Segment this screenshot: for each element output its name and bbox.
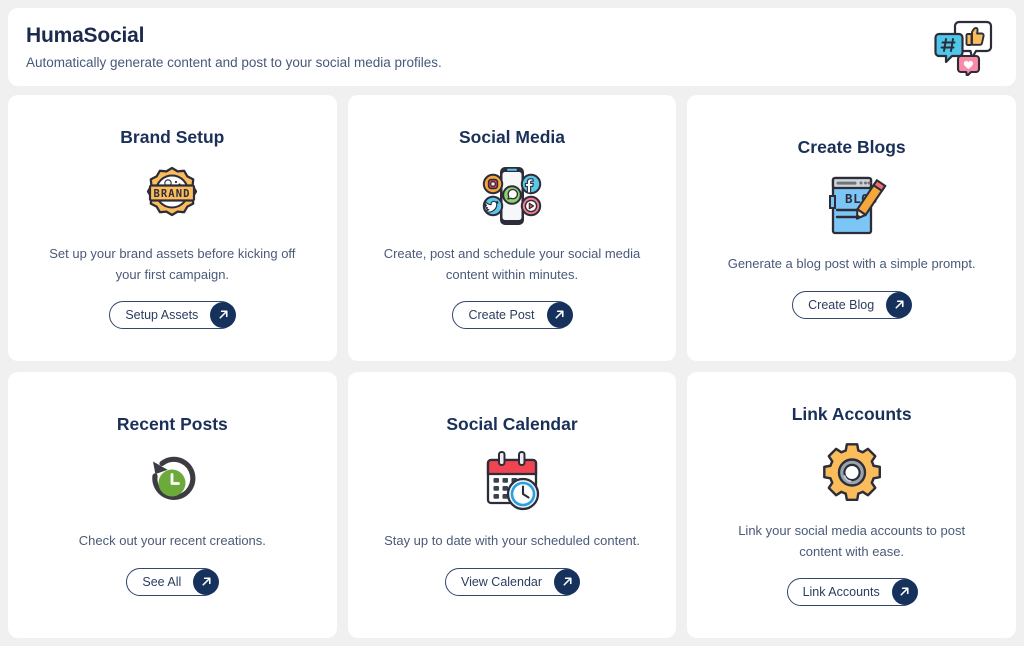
create-blog-button[interactable]: Create Blog [792,290,913,319]
view-calendar-button[interactable]: View Calendar [444,567,581,596]
calendar-clock-icon [475,449,549,517]
social-bubbles-icon [932,18,994,78]
card-social-media[interactable]: Social Media Create, post and schedule y… [347,95,677,361]
svg-text:BRAND: BRAND [154,188,191,200]
arrow-up-right-icon [193,568,220,595]
create-post-button[interactable]: Create Post [452,300,573,329]
arrow-up-right-icon [886,291,913,318]
app-root: HumaSocial Automatically generate conten… [0,0,1024,646]
feature-card-grid: Brand Setup BRAND Set up your brand asse… [8,95,1016,638]
card-recent-posts[interactable]: Recent Posts Check out your recent creat… [8,372,337,638]
brand-badge-icon: BRAND [135,162,209,230]
card-link-accounts[interactable]: Link Accounts Link your social media acc… [687,372,1016,638]
card-title: Social Media [458,127,565,148]
button-label: Setup Assets [125,307,199,322]
card-title: Social Calendar [446,414,578,435]
card-description: Set up your brand assets before kicking … [49,246,296,282]
arrow-up-right-icon [546,301,573,328]
card-description: Check out your recent creations. [78,533,266,549]
blog-document-pencil-icon: BLOG [815,172,889,240]
header-text-block: HumaSocial Automatically generate conten… [26,24,442,70]
button-label: View Calendar [460,574,543,589]
card-title: Create Blogs [797,137,906,158]
page-subtitle: Automatically generate content and post … [26,55,442,70]
card-description: Stay up to date with your scheduled cont… [384,533,640,549]
card-create-blogs[interactable]: Create Blogs BLOG Generate a blog post w… [687,95,1016,361]
arrow-up-right-icon [210,301,237,328]
card-description: Generate a blog post with a simple promp… [727,256,976,272]
card-title: Link Accounts [791,404,912,425]
page-title: HumaSocial [26,24,145,47]
arrow-up-right-icon [554,568,581,595]
link-accounts-button[interactable]: Link Accounts [786,577,918,606]
card-title: Brand Setup [120,127,225,148]
see-all-button[interactable]: See All [126,567,220,596]
gear-icon [815,439,889,507]
card-content: Social Calendar Stay up to date with you… [364,414,661,596]
card-content: Social Media Create, post and schedule y… [364,127,661,329]
button-label: Create Post [468,307,535,322]
card-brand-setup[interactable]: Brand Setup BRAND Set up your brand asse… [8,95,337,361]
card-title: Recent Posts [116,414,228,435]
card-content: Brand Setup BRAND Set up your brand asse… [24,127,321,329]
card-description: Link your social media accounts to post … [738,523,966,559]
setup-assets-button[interactable]: Setup Assets [109,300,237,329]
card-content: Create Blogs BLOG Generate a blog post w… [703,137,1000,319]
app-header: HumaSocial Automatically generate conten… [8,8,1016,86]
button-label: Create Blog [808,297,875,312]
history-clock-icon [135,449,209,517]
button-label: Link Accounts [802,584,880,599]
card-content: Link Accounts Link your social media acc… [703,404,1000,606]
button-label: See All [142,574,182,589]
arrow-up-right-icon [891,578,918,605]
phone-social-icons-icon [475,162,549,230]
card-content: Recent Posts Check out your recent creat… [24,414,321,596]
card-social-calendar[interactable]: Social Calendar Stay up to date with you… [347,372,677,638]
card-description: Create, post and schedule your social me… [383,246,641,282]
